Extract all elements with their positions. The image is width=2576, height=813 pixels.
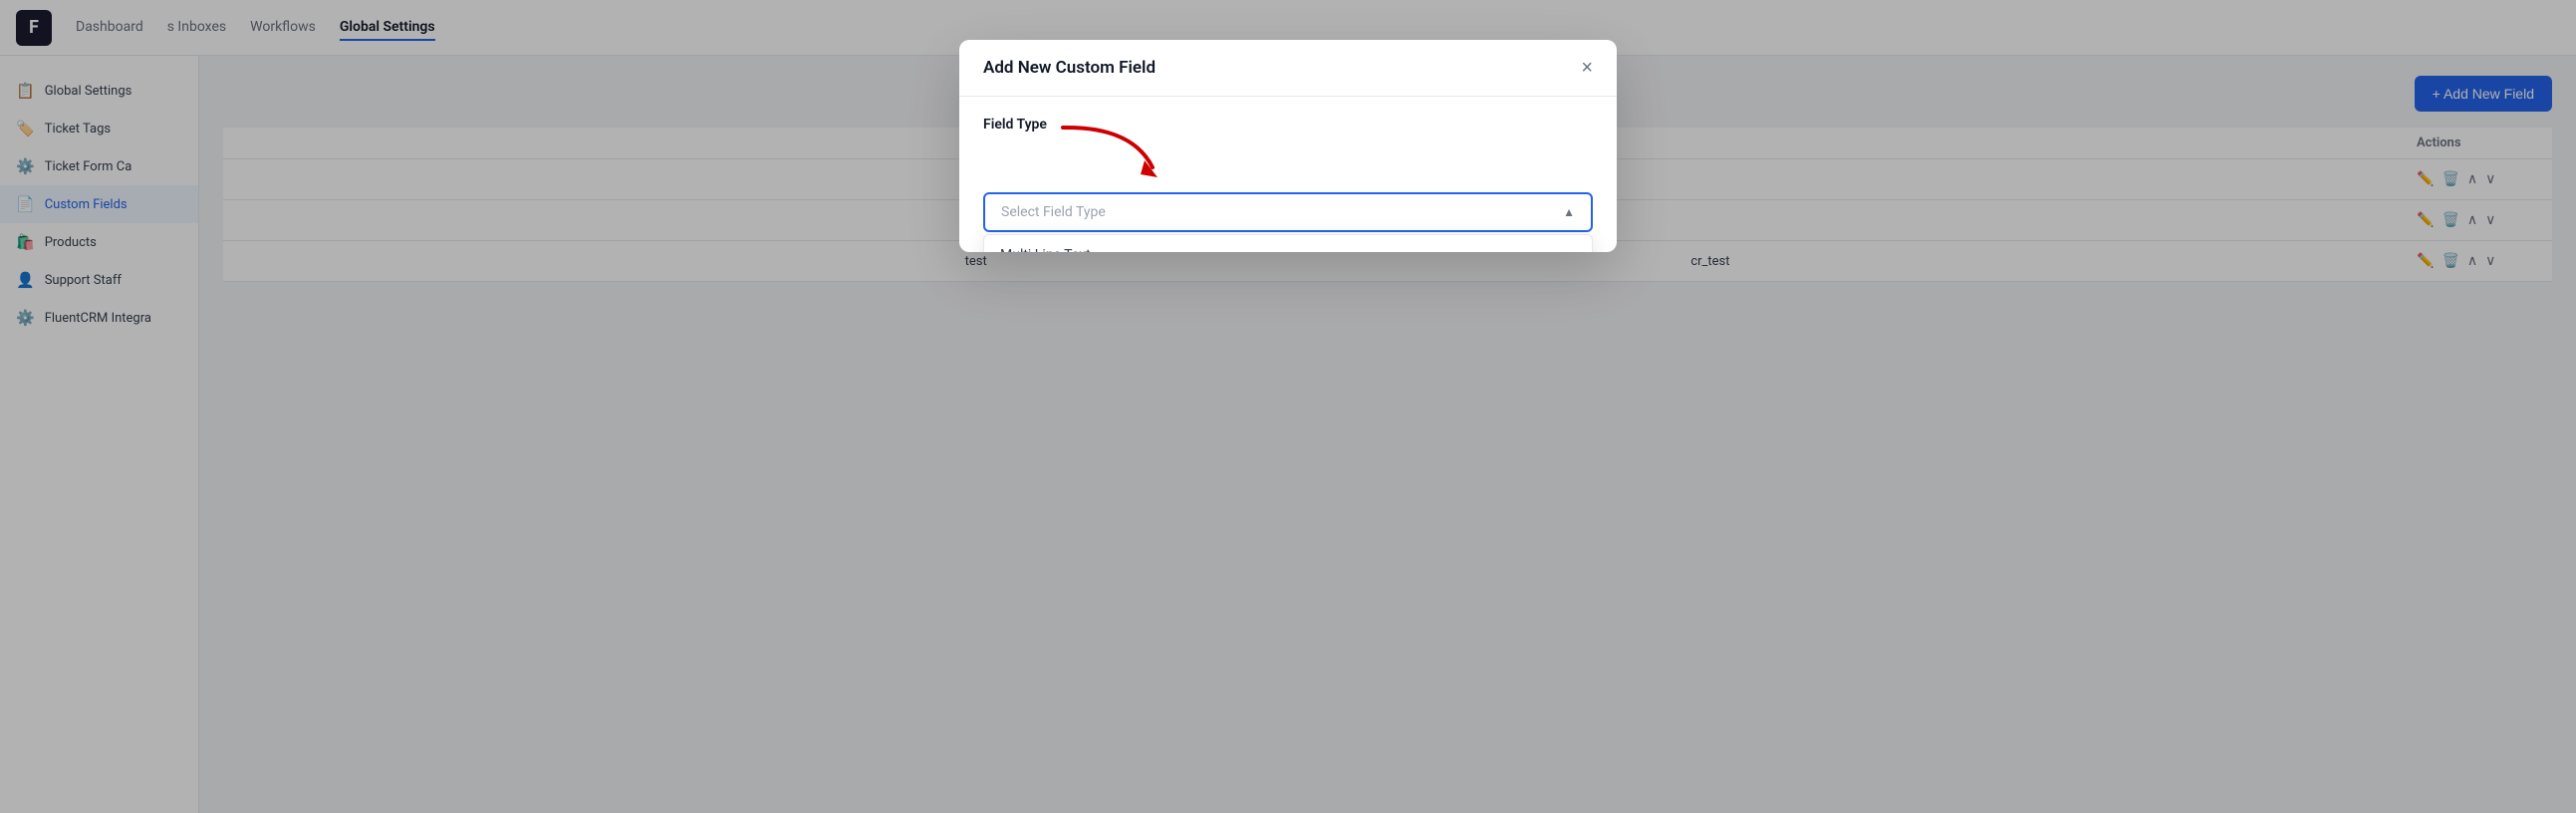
modal-title: Add New Custom Field bbox=[983, 58, 1156, 78]
modal-overlay[interactable]: Add New Custom Field × Field Type Select… bbox=[0, 0, 2576, 813]
dropdown-options: Multi Line Text Numeric Field Select cho… bbox=[983, 234, 1593, 252]
field-type-select-wrapper: Select Field Type ▲ Multi Line Text Nume… bbox=[983, 192, 1593, 232]
field-type-select[interactable]: Select Field Type ▲ bbox=[983, 192, 1593, 232]
option-multi-line-text[interactable]: Multi Line Text bbox=[984, 235, 1592, 252]
arrow-container bbox=[983, 142, 1593, 192]
select-placeholder: Select Field Type bbox=[1001, 204, 1106, 220]
modal-body: Field Type Select Field Type ▲ Multi Lin… bbox=[959, 97, 1617, 252]
red-arrow-icon bbox=[1043, 123, 1162, 192]
chevron-up-icon: ▲ bbox=[1563, 205, 1575, 219]
modal-header: Add New Custom Field × bbox=[959, 40, 1617, 97]
modal-close-button[interactable]: × bbox=[1581, 58, 1593, 78]
add-custom-field-modal: Add New Custom Field × Field Type Select… bbox=[959, 40, 1617, 252]
